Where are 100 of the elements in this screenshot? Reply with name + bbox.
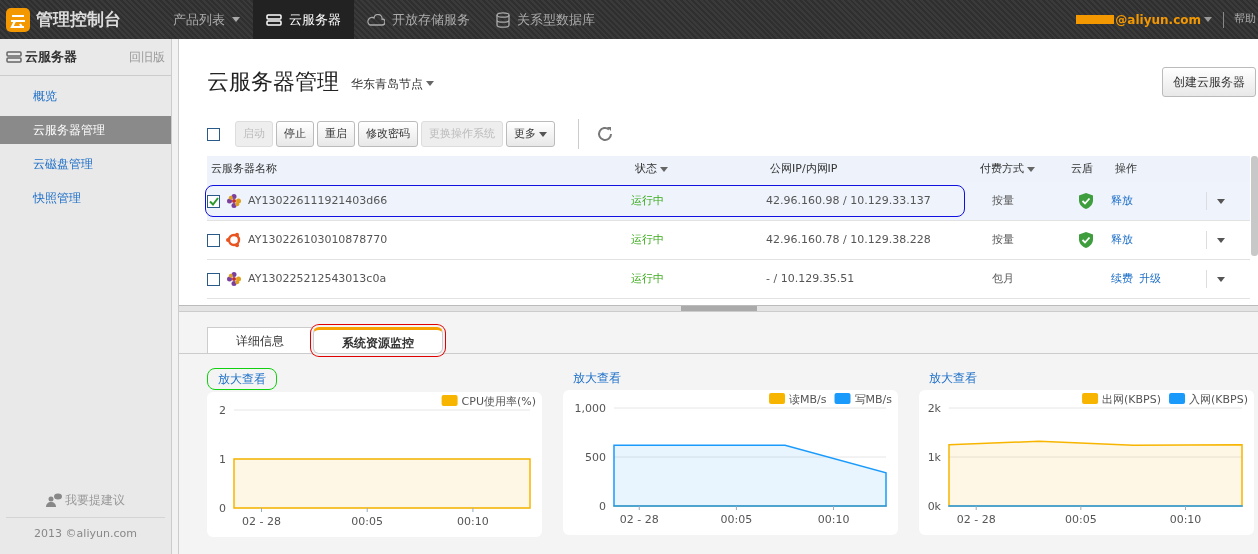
axis-label: 1 [219, 453, 226, 466]
ip-address: 42.96.160.78 / 10.129.38.228 [766, 232, 931, 246]
zoom-link[interactable]: 放大查看 [563, 368, 631, 388]
column-header: 公网IP/内网IP [770, 160, 838, 177]
axis-label: 00:10 [457, 515, 489, 528]
legend-swatch [1082, 393, 1099, 404]
caret-icon [539, 131, 547, 137]
checkbox[interactable] [207, 233, 220, 247]
legend-label: 写MB/s [854, 393, 892, 406]
billing-type: 按量 [992, 193, 1014, 207]
billing-type: 按量 [992, 232, 1014, 246]
status-text: 运行中 [631, 193, 664, 207]
sidebar-item[interactable]: 云服务器管理 [0, 116, 171, 144]
axis-label: 00:05 [351, 515, 384, 528]
splitter-handle[interactable] [680, 306, 757, 311]
database-icon [496, 11, 510, 28]
scrollbar[interactable] [1251, 156, 1258, 256]
axis-label: 1,000 [574, 402, 606, 415]
cloud-icon [367, 13, 385, 26]
server-name: AY130225212543013c0a [248, 270, 387, 287]
column-header: 云盾 [1071, 160, 1093, 177]
redaction-mark [1076, 15, 1115, 24]
table-row[interactable]: AY130226103010878770 运行中 42.96.160.78 / 10.129.38.228 按量 释放 [207, 221, 1250, 260]
sidebar-item[interactable]: 概览 [0, 82, 171, 110]
caret-icon [1217, 276, 1225, 282]
axis-label: 00:10 [1169, 513, 1202, 526]
refresh-icon[interactable] [596, 125, 614, 143]
region-dropdown[interactable]: 华东青岛节点 [351, 74, 434, 93]
axis-label: 02 - 28 [619, 513, 659, 526]
help-link[interactable]: 帮助 [1234, 11, 1256, 28]
feedback-icon [46, 492, 62, 507]
legend-label: 出网(KBPS) [1102, 393, 1162, 406]
status-text: 运行中 [631, 271, 664, 285]
axis-label: 0 [599, 500, 606, 513]
server-icon [6, 51, 22, 63]
axis-label: 00:05 [720, 513, 753, 526]
nav-tab[interactable]: 开放存储服务 [354, 0, 483, 39]
caret-icon [1217, 237, 1225, 243]
axis-label: 02 - 28 [242, 515, 281, 528]
nav-tab[interactable]: 关系型数据库 [483, 0, 608, 39]
action-link[interactable]: 升级 [1139, 270, 1161, 288]
axis-label: 00:05 [1065, 513, 1097, 526]
legend-swatch [1169, 393, 1186, 404]
zoom-link[interactable]: 放大查看 [919, 368, 987, 388]
logo-text: 管理控制台 [36, 7, 121, 31]
action-link[interactable]: 释放 [1111, 192, 1133, 210]
column-header: 云服务器名称 [211, 160, 277, 177]
axis-label: 500 [585, 451, 606, 464]
legend-label: 入网(KBPS) [1189, 393, 1248, 406]
axis-label: 00:10 [817, 513, 850, 526]
page-title: 云服务器管理 [207, 68, 339, 96]
toolbar-button[interactable]: 更多 [506, 120, 555, 148]
toolbar-button[interactable]: 修改密码 [358, 120, 418, 148]
server-name: AY130226111921403d66 [248, 192, 388, 209]
sidebar-item[interactable]: 快照管理 [0, 184, 171, 212]
legend-swatch [769, 393, 786, 404]
account-link[interactable]: @aliyun.com [1115, 10, 1201, 29]
create-button[interactable]: 创建云服务器 [1162, 66, 1256, 97]
table-row[interactable]: AY130225212543013c0a 运行中 - / 10.129.35.51 包月 续费 升级 [207, 260, 1250, 299]
server-name: AY130226103010878770 [248, 231, 388, 248]
axis-label: 2 [219, 404, 226, 417]
nav-tab[interactable]: 云服务器 [253, 0, 354, 39]
axis-label: 1k [927, 451, 941, 464]
caret-icon [232, 17, 240, 22]
legend-label: CPU使用率(%) [461, 395, 536, 408]
server-icon [266, 13, 282, 26]
detail-tab[interactable]: 系统资源监控 [313, 327, 443, 354]
checkbox[interactable] [207, 127, 220, 141]
sidebar-title: 云服务器 [25, 48, 77, 67]
logo-icon [6, 7, 30, 32]
axis-label: 0k [927, 500, 941, 513]
ip-address: 42.96.160.98 / 10.129.33.137 [766, 193, 931, 207]
axis-label: 0 [219, 502, 226, 515]
checkbox[interactable] [207, 194, 220, 208]
action-link[interactable]: 释放 [1111, 231, 1133, 249]
caret-icon [1204, 17, 1212, 22]
axis-label: 2k [927, 402, 941, 415]
action-link[interactable]: 续费 [1111, 270, 1133, 288]
nav-tab[interactable]: 产品列表 [160, 0, 253, 39]
column-header[interactable]: 状态 [635, 160, 668, 178]
caret-icon [1217, 198, 1225, 204]
column-header[interactable]: 付费方式 [980, 160, 1035, 178]
detail-tab[interactable]: 详细信息 [207, 327, 313, 354]
checkbox[interactable] [207, 272, 220, 286]
legend-label: 读MB/s [789, 393, 827, 406]
copyright-text: 2013 ©aliyun.com [34, 526, 137, 540]
sidebar-item[interactable]: 云磁盘管理 [0, 150, 171, 178]
status-text: 运行中 [631, 232, 664, 246]
billing-type: 包月 [992, 271, 1014, 285]
zoom-link[interactable]: 放大查看 [207, 368, 277, 390]
axis-label: 02 - 28 [956, 513, 996, 526]
ip-address: - / 10.129.35.51 [766, 271, 855, 285]
toolbar-button[interactable]: 重启 [317, 120, 355, 148]
caret-icon [426, 81, 434, 86]
check-icon [208, 196, 219, 206]
toolbar-button[interactable]: 停止 [276, 120, 314, 148]
column-header: 操作 [1115, 160, 1137, 177]
table-row[interactable]: AY130226111921403d66 运行中 42.96.160.98 / 10.129.33.137 按量 释放 [207, 182, 1250, 221]
legend-swatch [441, 395, 458, 406]
legend-swatch [834, 393, 851, 404]
